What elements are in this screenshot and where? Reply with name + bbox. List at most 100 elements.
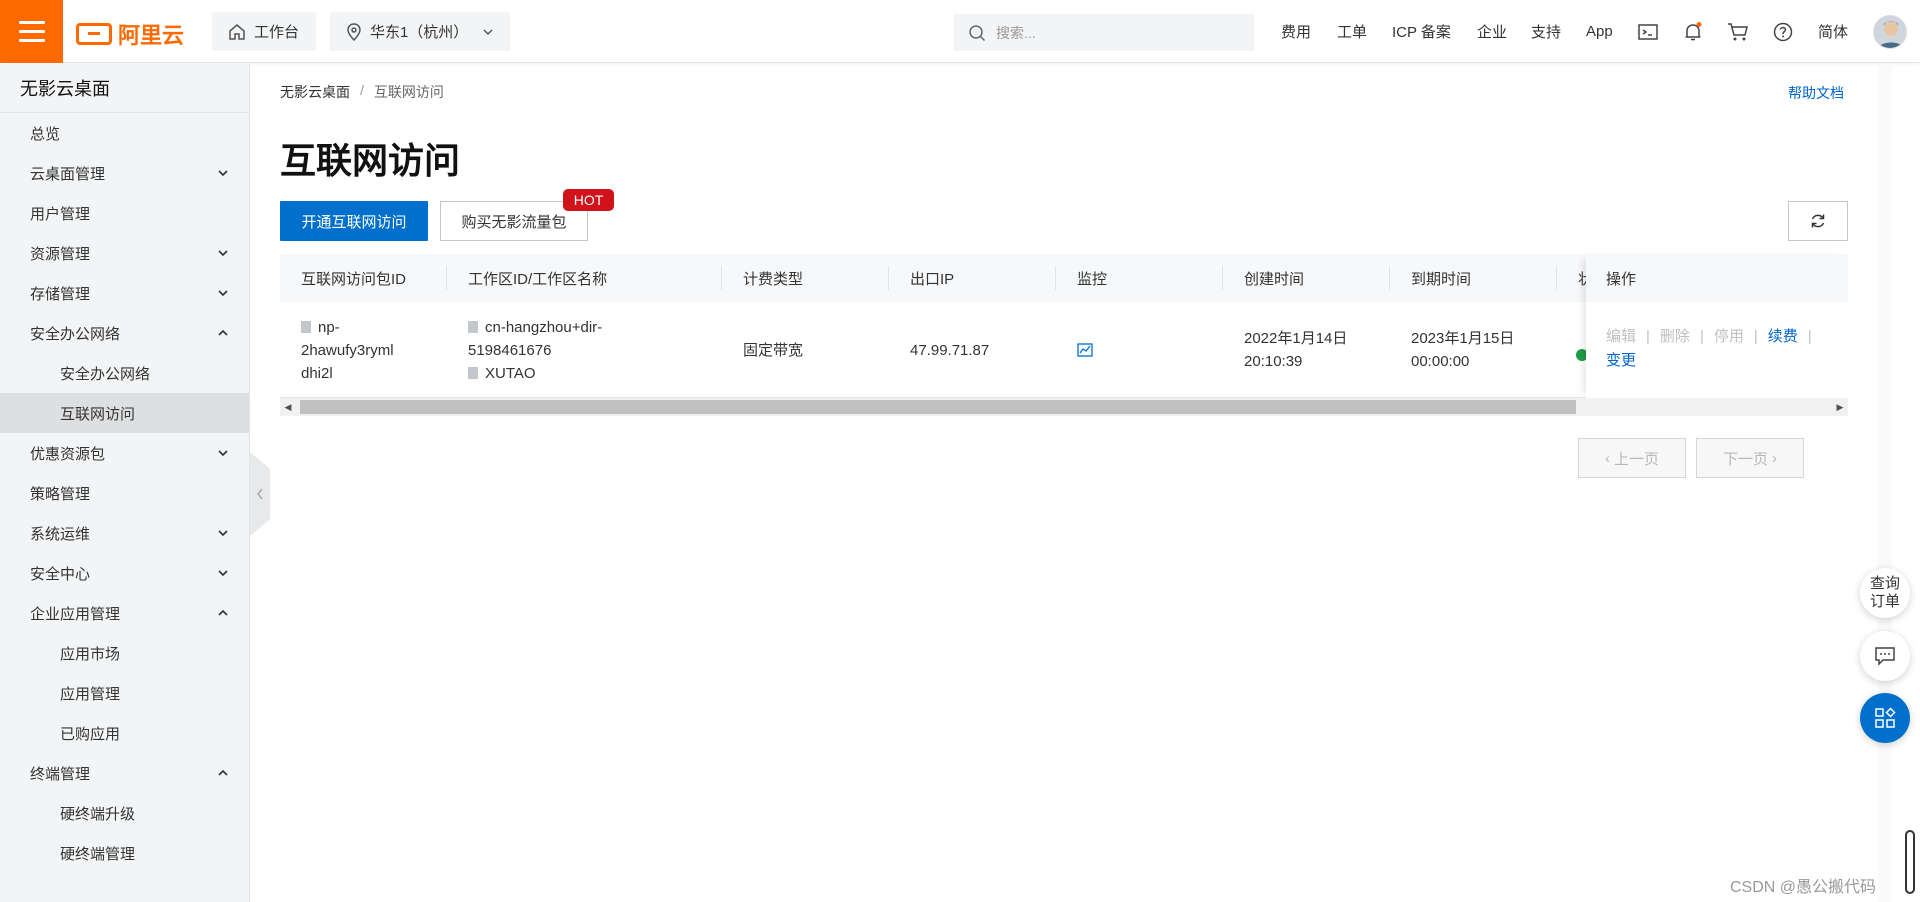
page-title: 互联网访问 — [280, 140, 461, 181]
sidebar-item[interactable]: 安全办公网络 — [0, 353, 249, 393]
sidebar-item[interactable]: 终端管理 — [0, 753, 249, 793]
change-link[interactable]: 变更 — [1606, 352, 1636, 369]
scrollbar-thumb[interactable] — [300, 400, 1576, 414]
sidebar-item[interactable]: 系统运维 — [0, 513, 249, 553]
enable-internet-access-button[interactable]: 开通互联网访问 — [280, 201, 428, 241]
user-avatar[interactable] — [1873, 15, 1907, 49]
col-header-workspace: 工作区ID/工作区名称 — [447, 254, 722, 302]
refresh-button[interactable] — [1788, 201, 1848, 241]
feedback-button[interactable] — [1860, 631, 1910, 681]
chevron-down-icon — [218, 250, 228, 257]
hamburger-menu-button[interactable] — [0, 0, 63, 63]
sidebar-item[interactable]: 用户管理 — [0, 193, 249, 233]
cell-expire: 2023年1月15日 00:00:00 — [1390, 302, 1557, 398]
region-selector[interactable]: 华东1（杭州） — [330, 12, 510, 51]
bell-icon — [1685, 22, 1702, 41]
sidebar-item[interactable]: 云桌面管理 — [0, 153, 249, 193]
created-time: 20:10:39 — [1244, 353, 1303, 370]
sidebar-item[interactable]: 已购应用 — [0, 713, 249, 753]
aliyun-logo[interactable]: 阿里云 — [76, 18, 184, 50]
renew-link[interactable]: 续费 — [1768, 328, 1798, 345]
sidebar-item[interactable]: 策略管理 — [0, 473, 249, 513]
delete-action[interactable]: 删除 — [1660, 328, 1690, 345]
monitor-chart-icon[interactable] — [1077, 343, 1093, 357]
language-switch[interactable]: 简体 — [1818, 0, 1848, 63]
breadcrumb-root[interactable]: 无影云桌面 — [280, 82, 350, 102]
help-button[interactable] — [1771, 20, 1795, 44]
sidebar-item[interactable]: 硬终端管理 — [0, 833, 249, 873]
sidebar-item[interactable]: 优惠资源包 — [0, 433, 249, 473]
nav-fee[interactable]: 费用 — [1281, 0, 1311, 63]
col-header-operations: 操作 — [1586, 254, 1848, 302]
sidebar-item[interactable]: 企业应用管理 — [0, 593, 249, 633]
search-icon — [969, 24, 986, 41]
scroll-left-arrow-icon[interactable]: ◀ — [280, 398, 296, 416]
col-header-monitor: 监控 — [1056, 254, 1223, 302]
table-horizontal-scrollbar[interactable]: ◀ ▶ — [280, 398, 1848, 416]
package-id-line-2: 2hawufy3ryml — [301, 341, 394, 359]
sidebar-item[interactable]: 应用市场 — [0, 633, 249, 673]
search-box[interactable] — [954, 14, 1254, 51]
sidebar-item[interactable]: 安全办公网络 — [0, 313, 249, 353]
next-page-button[interactable]: 下一页 › — [1696, 438, 1804, 478]
sidebar-item-label: 安全办公网络 — [60, 365, 151, 383]
search-input[interactable] — [996, 24, 1236, 41]
logo-text: 阿里云 — [118, 23, 185, 48]
notification-button[interactable] — [1681, 20, 1705, 44]
breadcrumb-separator: / — [360, 82, 364, 98]
disable-action[interactable]: 停用 — [1714, 328, 1744, 345]
scroll-right-arrow-icon[interactable]: ▶ — [1832, 398, 1848, 416]
sidebar-item-label: 已购应用 — [60, 725, 121, 743]
nav-icp[interactable]: ICP 备案 — [1392, 0, 1451, 63]
home-icon — [229, 23, 245, 40]
prev-page-button[interactable]: ‹ 上一页 — [1578, 438, 1686, 478]
nav-enterprise[interactable]: 企业 — [1477, 0, 1507, 63]
page-vertical-scrollbar[interactable] — [1878, 64, 1892, 902]
chevron-up-icon — [218, 329, 228, 336]
sidebar-item[interactable]: 安全中心 — [0, 553, 249, 593]
query-order-line-1: 查询 — [1869, 575, 1900, 592]
breadcrumb-current: 互联网访问 — [373, 84, 444, 100]
chat-icon — [1875, 647, 1895, 666]
col-header-expire: 到期时间 — [1390, 254, 1557, 302]
sidebar-item[interactable]: 总览 — [0, 113, 249, 153]
cloud-shell-button[interactable] — [1636, 20, 1660, 44]
package-id-line-3: dhi2l — [301, 364, 333, 382]
copy-icon[interactable] — [468, 320, 478, 333]
chevron-left-icon: ‹ — [1604, 449, 1610, 467]
sidebar-item-label: 总览 — [30, 125, 61, 143]
logo-mark-icon — [76, 23, 112, 45]
expire-time: 00:00:00 — [1411, 353, 1470, 370]
col-header-status-fragment: 状 — [1578, 271, 1586, 288]
col-header-egress-ip: 出口IP — [889, 254, 1056, 302]
nav-app[interactable]: App — [1586, 0, 1613, 63]
workbench-button[interactable]: 工作台 — [212, 12, 316, 51]
question-icon — [1773, 22, 1793, 42]
nav-ticket[interactable]: 工单 — [1337, 0, 1367, 63]
chevron-down-icon — [218, 530, 228, 537]
sidebar-item-label: 应用市场 — [60, 645, 121, 663]
sidebar-item[interactable]: 资源管理 — [0, 233, 249, 273]
app-grid-button[interactable] — [1860, 693, 1910, 743]
edit-action[interactable]: 编辑 — [1606, 328, 1636, 345]
sidebar-collapse-handle[interactable] — [250, 452, 270, 536]
copy-icon[interactable] — [468, 366, 478, 379]
sidebar-item[interactable]: 存储管理 — [0, 273, 249, 313]
hot-badge: HOT — [563, 189, 614, 211]
chevron-down-icon — [218, 290, 228, 297]
sidebar-item[interactable]: 应用管理 — [0, 673, 249, 713]
created-date: 2022年1月14日 — [1244, 330, 1348, 347]
query-order-button[interactable]: 查询 订单 — [1860, 568, 1910, 618]
top-bar: 阿里云 工作台 华东1（杭州） 费用 工单 ICP 备案 企业 支持 App 简… — [0, 0, 1920, 63]
cart-button[interactable] — [1726, 20, 1750, 44]
help-docs-link[interactable]: 帮助文档 — [1788, 83, 1844, 103]
sidebar-item[interactable]: 硬终端升级 — [0, 793, 249, 833]
sidebar-item-label: 硬终端管理 — [60, 845, 136, 863]
sidebar-item-label: 系统运维 — [30, 525, 91, 543]
apps-icon — [1875, 707, 1896, 728]
sidebar-item[interactable]: 互联网访问 — [0, 393, 249, 433]
sidebar-item-label: 企业应用管理 — [30, 605, 121, 623]
nav-support[interactable]: 支持 — [1531, 0, 1561, 63]
location-pin-icon — [347, 22, 361, 41]
copy-icon[interactable] — [301, 320, 311, 333]
